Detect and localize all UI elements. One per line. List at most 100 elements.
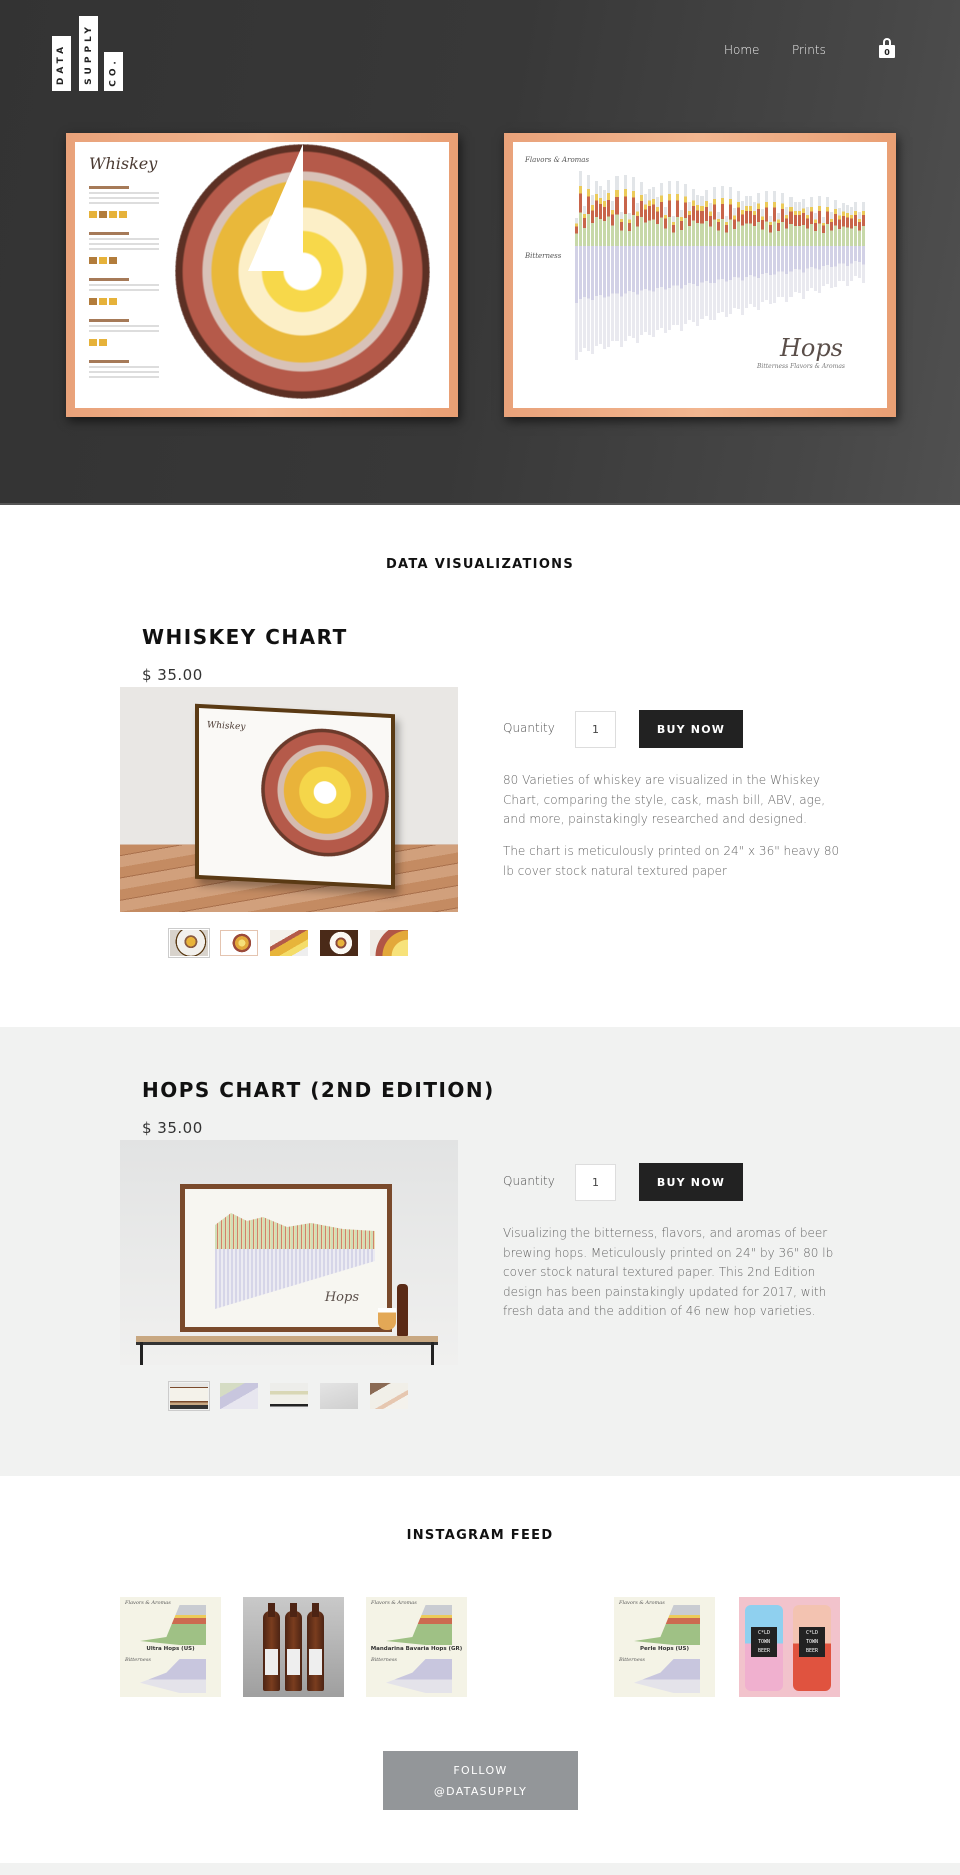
poster-bar [611,200,615,246]
poster-bar [736,190,740,246]
poster-bar [639,246,643,336]
poster-bar [773,246,777,304]
poster-bar [793,246,797,293]
poster-bar [623,246,627,342]
poster-bar [793,202,797,246]
poster-bar [684,183,688,246]
quantity-input[interactable] [575,711,616,748]
poster-bar [858,246,862,278]
product-main-image[interactable]: Hops [120,1140,458,1365]
poster-bar [672,216,676,246]
poster-bar [850,207,854,246]
poster-bar [704,189,708,246]
nav-home[interactable]: Home [724,43,759,57]
hops-poster-subtitle: Bitterness Flavors & Aromas [757,363,845,370]
poster-bar [769,246,773,305]
poster-bar [765,191,769,246]
instagram-post[interactable]: Flavors & Aromas Ultra Hops (US) Bittern… [120,1597,221,1697]
product-title: HOPS CHART (2ND EDITION) [142,1078,495,1102]
product-description: 80 Varieties of whiskey are visualized i… [503,773,826,826]
poster-bar [720,185,724,246]
poster-bar [583,246,587,349]
thumbnail[interactable] [270,930,308,956]
poster-bar [781,246,785,297]
poster-bar [749,196,753,246]
poster-bar [668,246,672,331]
poster-bar [680,210,684,246]
poster-bar [627,213,631,246]
instagram-post[interactable] [243,1597,344,1697]
section-title-instagram-feed: INSTAGRAM FEED [406,1528,554,1543]
thumbnail[interactable] [168,928,210,958]
poster-bar [749,246,753,304]
product-title: WHISKEY CHART [142,625,348,649]
poster-bar [676,181,680,246]
poster-bar [611,246,615,342]
poster-bar [712,246,716,321]
poster-bar [854,246,858,276]
poster-bar [664,246,668,334]
poster-bar [846,246,850,287]
instagram-post[interactable]: Flavors & Aromas Mandarina Bavaria Hops … [366,1597,467,1697]
poster-bar [789,197,793,246]
poster-bar [623,175,627,246]
poster-bar [607,179,611,246]
follow-instagram-button[interactable]: FOLLOW @DATASUPPLY [383,1751,578,1810]
instagram-post-empty[interactable] [489,1597,590,1697]
poster-bar [696,194,700,246]
poster-bar [708,203,712,246]
poster-bar [655,197,659,246]
poster-bar [603,190,607,246]
thumbnail[interactable] [270,1383,308,1409]
thumbnail[interactable] [220,1383,258,1409]
instagram-post[interactable]: C*LD TOWN BEER C*LD TOWN BEER [739,1597,840,1697]
product-description: Visualizing the bitterness, flavors, and… [503,1226,834,1318]
thumbnail[interactable] [370,1383,408,1409]
poster-bar [825,246,829,284]
poster-bar [587,246,591,352]
poster-bar [664,206,668,246]
hero-whiskey-poster[interactable]: Whiskey [66,133,458,417]
poster-bar [757,192,761,246]
thumbnail[interactable] [220,930,258,956]
thumbnail[interactable] [320,1383,358,1409]
thumbnail[interactable] [370,930,408,956]
thumbnail[interactable] [168,1381,210,1411]
thumbnail-strip [168,1381,408,1411]
hops-poster-logo: Hops [779,334,843,362]
poster-bar [643,246,647,333]
poster-bar [781,193,785,246]
poster-bar [862,201,866,246]
buy-now-button[interactable]: BUY NOW [639,710,743,748]
poster-bar [728,187,732,246]
product-main-image[interactable]: Whiskey [120,687,458,912]
poster-bar [801,198,805,246]
cart-button[interactable]: 0 [879,38,895,58]
poster-bar [704,246,708,317]
buy-now-button[interactable]: BUY NOW [639,1163,743,1201]
whiskey-poster-title: Whiskey [89,154,158,173]
quantity-input[interactable] [575,1164,616,1201]
poster-bar [809,246,813,288]
poster-bar [720,246,724,313]
poster-bar [692,188,696,246]
poster-bar [829,212,833,246]
poster-bar [842,246,846,281]
thumbnail[interactable] [320,930,358,956]
poster-bar [805,246,809,292]
instagram-post[interactable]: Flavors & Aromas Perle Hops (US) Bittern… [614,1597,715,1697]
poster-bar [575,218,579,246]
hops-poster-flavors-heading: Flavors & Aromas [525,156,590,164]
poster-bar [797,246,801,294]
poster-bar [655,246,659,330]
poster-bar [672,246,676,325]
logo[interactable]: DATA SUPPLY CO. [52,15,126,91]
nav-prints[interactable]: Prints [792,43,826,57]
poster-bar [647,188,651,246]
hero-header: DATA SUPPLY CO. Home Prints 0 Whiskey Fl… [0,0,960,505]
hops-poster-bitterness-heading: Bitterness [525,252,562,260]
poster-bar [696,246,700,327]
poster-bar [575,246,579,360]
poster-bar [579,170,583,246]
hero-hops-poster[interactable]: Flavors & Aromas Bitterness Hops Bittern… [504,133,896,417]
